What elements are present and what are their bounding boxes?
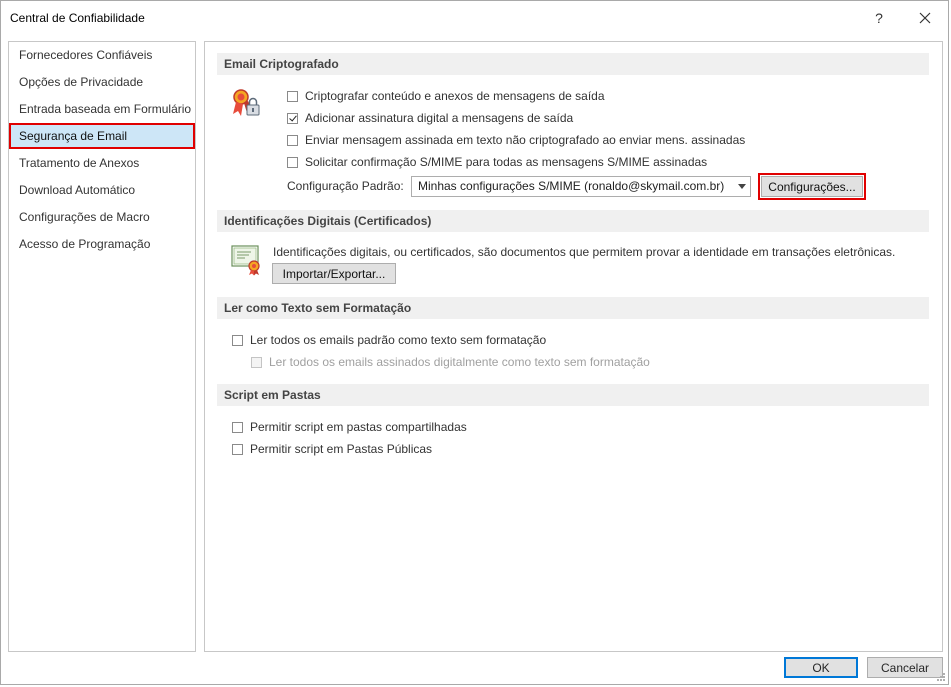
option-script-public-folders[interactable]: Permitir script em Pastas Públicas bbox=[232, 440, 432, 458]
checkbox-encrypt-outgoing[interactable] bbox=[287, 90, 298, 102]
settings-button[interactable]: Configurações... bbox=[758, 173, 866, 200]
cancel-button[interactable]: Cancelar bbox=[867, 657, 943, 678]
checkbox-read-signed-as-plain-text bbox=[251, 356, 262, 368]
default-setting-row: Configuração Padrão: bbox=[287, 177, 404, 195]
section-header-digital-ids: Identificações Digitais (Certificados) bbox=[217, 210, 929, 232]
option-read-as-plain-text[interactable]: Ler todos os emails padrão como texto se… bbox=[232, 331, 546, 349]
option-add-digital-signature-label: Adicionar assinatura digital a mensagens… bbox=[305, 111, 574, 125]
option-read-signed-as-plain-text: Ler todos os emails assinados digitalmen… bbox=[251, 353, 650, 371]
default-setting-value: Minhas configurações S/MIME (ronaldo@sky… bbox=[418, 179, 725, 193]
trust-center-dialog: Central de Confiabilidade ? Fornecedores… bbox=[0, 0, 949, 685]
nav-item-email-security[interactable]: Segurança de Email bbox=[9, 123, 195, 149]
default-setting-dropdown[interactable]: Minhas configurações S/MIME (ronaldo@sky… bbox=[411, 176, 751, 197]
option-script-shared-folders-label: Permitir script em pastas compartilhadas bbox=[250, 420, 467, 434]
import-export-button[interactable]: Importar/Exportar... bbox=[272, 263, 396, 284]
checkbox-request-smime-receipt[interactable] bbox=[287, 156, 298, 168]
nav-item-programmatic-access[interactable]: Acesso de Programação bbox=[10, 232, 194, 256]
section-header-plain-text: Ler como Texto sem Formatação bbox=[217, 297, 929, 319]
help-button[interactable]: ? bbox=[859, 5, 899, 31]
nav-item-macro-settings[interactable]: Configurações de Macro bbox=[10, 205, 194, 229]
option-request-smime-receipt-label: Solicitar confirmação S/MIME para todas … bbox=[305, 155, 708, 169]
option-encrypt-outgoing-label: Criptografar conteúdo e anexos de mensag… bbox=[305, 89, 605, 103]
option-read-as-plain-text-label: Ler todos os emails padrão como texto se… bbox=[250, 333, 547, 347]
resize-grip-icon[interactable] bbox=[936, 672, 946, 682]
certificate-lock-icon bbox=[233, 89, 260, 116]
option-script-shared-folders[interactable]: Permitir script em pastas compartilhadas bbox=[232, 418, 467, 436]
checkbox-script-public-folders[interactable] bbox=[232, 443, 243, 455]
checkbox-send-clear-text-signed[interactable] bbox=[287, 134, 298, 146]
option-add-digital-signature[interactable]: Adicionar assinatura digital a mensagens… bbox=[287, 109, 573, 127]
option-send-clear-text-signed[interactable]: Enviar mensagem assinada em texto não cr… bbox=[287, 131, 745, 149]
nav-item-automatic-download[interactable]: Download Automático bbox=[10, 178, 194, 202]
nav-item-attachment-handling[interactable]: Tratamento de Anexos bbox=[10, 151, 194, 175]
nav-item-privacy-options[interactable]: Opções de Privacidade bbox=[10, 70, 194, 94]
checkbox-script-shared-folders[interactable] bbox=[232, 421, 243, 433]
certificate-document-icon bbox=[231, 245, 260, 276]
close-icon bbox=[919, 12, 931, 24]
option-request-smime-receipt[interactable]: Solicitar confirmação S/MIME para todas … bbox=[287, 153, 707, 171]
section-header-encrypted-email: Email Criptografado bbox=[217, 53, 929, 75]
nav-item-form-based-sign-in[interactable]: Entrada baseada em Formulário bbox=[10, 97, 194, 121]
option-send-clear-text-signed-label: Enviar mensagem assinada em texto não cr… bbox=[305, 133, 746, 147]
checkbox-add-digital-signature[interactable] bbox=[287, 112, 298, 124]
checkbox-read-as-plain-text[interactable] bbox=[232, 334, 243, 346]
close-button[interactable] bbox=[905, 5, 945, 31]
nav-item-trusted-publishers[interactable]: Fornecedores Confiáveis bbox=[10, 43, 194, 67]
default-setting-label: Configuração Padrão: bbox=[287, 179, 404, 193]
option-read-signed-as-plain-text-label: Ler todos os emails assinados digitalmen… bbox=[269, 355, 650, 369]
section-header-script-folders: Script em Pastas bbox=[217, 384, 929, 406]
chevron-down-icon bbox=[738, 184, 746, 189]
category-nav: Fornecedores Confiáveis Opções de Privac… bbox=[8, 41, 196, 652]
digital-ids-description: Identificações digitais, ou certificados… bbox=[273, 245, 896, 259]
option-encrypt-outgoing[interactable]: Criptografar conteúdo e anexos de mensag… bbox=[287, 87, 605, 105]
email-security-panel: Email Criptografado Criptografar conteúd… bbox=[204, 41, 943, 652]
window-title: Central de Confiabilidade bbox=[10, 11, 145, 25]
digital-ids-description-row: Identificações digitais, ou certificados… bbox=[273, 243, 895, 261]
title-bar: Central de Confiabilidade ? bbox=[1, 1, 950, 35]
option-script-public-folders-label: Permitir script em Pastas Públicas bbox=[250, 442, 433, 456]
ok-button[interactable]: OK bbox=[784, 657, 858, 678]
